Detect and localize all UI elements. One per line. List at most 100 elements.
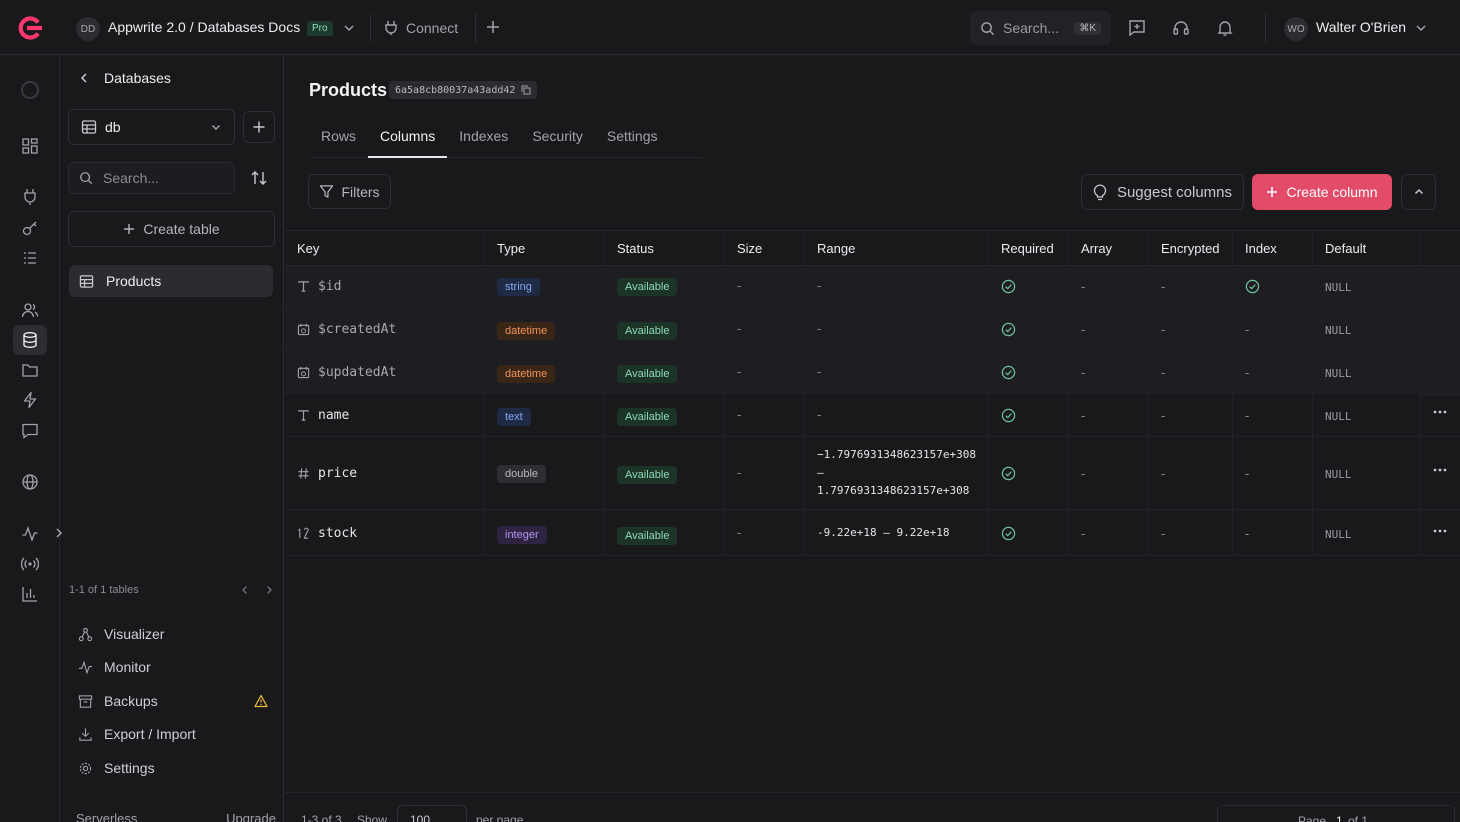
user-avatar[interactable]: WO [1284, 17, 1308, 41]
required-check-icon [1001, 526, 1016, 541]
users-icon[interactable] [20, 300, 40, 320]
required-check-icon [1001, 279, 1016, 294]
project-avatar[interactable]: DD [76, 17, 100, 41]
page-current[interactable]: 1 [1336, 814, 1343, 822]
tab-columns[interactable]: Columns [368, 118, 448, 158]
column-divider [1420, 230, 1421, 556]
column-header[interactable]: Type [497, 241, 525, 256]
create-column-button[interactable]: Create column [1252, 174, 1392, 210]
column-header[interactable]: Encrypted [1161, 241, 1220, 256]
column-header[interactable]: Key [297, 241, 319, 256]
list-icon[interactable] [20, 248, 40, 268]
broadcast-icon[interactable] [20, 554, 40, 574]
sidebar-item-export-import[interactable]: Export / Import [78, 726, 268, 742]
chevron-down-icon[interactable] [342, 21, 356, 35]
folder-icon[interactable] [20, 360, 40, 380]
upgrade-link[interactable]: Upgrade [226, 811, 276, 822]
table-row[interactable]: $id string Available - - - - NULL [285, 266, 1460, 309]
copy-icon[interactable] [521, 85, 531, 95]
per-page-select[interactable]: 100 [397, 805, 467, 822]
back-to-databases[interactable]: Databases [78, 70, 171, 86]
database-icon[interactable] [13, 325, 47, 355]
globe-icon[interactable] [20, 472, 40, 492]
lightbulb-icon [1093, 183, 1107, 200]
project-status-icon[interactable] [20, 80, 40, 100]
search-placeholder: Search... [103, 170, 160, 186]
messaging-icon[interactable] [20, 421, 40, 441]
per-page-label: per page [476, 813, 524, 822]
column-key: $createdAt [318, 322, 397, 337]
chevron-down-icon [212, 125, 220, 130]
key-icon[interactable] [20, 218, 40, 238]
filters-button[interactable]: Filters [308, 174, 391, 209]
more-options-icon[interactable] [1433, 468, 1447, 472]
size-value: - [737, 407, 742, 422]
column-divider [988, 230, 989, 556]
column-header[interactable]: Index [1245, 241, 1277, 256]
tab-indexes[interactable]: Indexes [447, 118, 520, 158]
search-placeholder: Search... [1003, 20, 1060, 36]
sidebar-item-settings[interactable]: Settings [78, 760, 268, 776]
tab-settings[interactable]: Settings [595, 118, 670, 158]
global-search[interactable]: Search... ⌘K [970, 11, 1111, 45]
more-options-icon[interactable] [1433, 529, 1447, 533]
type-badge: double [497, 465, 547, 483]
collapse-button[interactable] [1401, 174, 1436, 210]
page-of: of 1 [1348, 814, 1369, 822]
type-badge: datetime [497, 322, 556, 340]
usage-chart-icon[interactable] [20, 584, 40, 604]
more-options-icon[interactable] [1433, 410, 1447, 414]
sidebar-item-monitor[interactable]: Monitor [78, 659, 268, 675]
column-divider [724, 230, 725, 556]
headset-icon[interactable] [1172, 19, 1190, 37]
project-breadcrumb[interactable]: Appwrite 2.0 / Databases Docs [108, 19, 300, 35]
default-value: NULL [1325, 468, 1352, 481]
type-badge: text [497, 408, 531, 426]
sidebar-item-backups[interactable]: Backups [78, 693, 268, 709]
column-header[interactable]: Size [737, 241, 762, 256]
sidebar-item-label: Backups [104, 693, 158, 709]
column-header[interactable]: Status [617, 241, 654, 256]
column-header[interactable]: Required [1001, 241, 1054, 256]
column-key: stock [318, 526, 358, 541]
column-header[interactable]: Default [1325, 241, 1366, 256]
plug-icon[interactable] [20, 187, 40, 207]
column-header[interactable]: Range [817, 241, 855, 256]
suggest-columns-button[interactable]: Suggest columns [1081, 174, 1244, 210]
sidebar-item-visualizer[interactable]: Visualizer [78, 626, 268, 642]
table-row[interactable]: name text Available - - - - - NULL [285, 394, 1460, 437]
sidebar-table-products[interactable]: Products [69, 265, 273, 297]
tab-rows[interactable]: Rows [309, 118, 368, 158]
create-table-button[interactable]: Create table [68, 211, 275, 247]
create-column-label: Create column [1286, 184, 1378, 200]
chevron-down-icon[interactable] [1414, 21, 1428, 35]
plus-icon[interactable] [485, 19, 501, 35]
table-row[interactable]: stock integer Available - -9.22e+18 – 9.… [285, 510, 1460, 556]
suggest-label: Suggest columns [1116, 183, 1233, 201]
activity-icon[interactable] [20, 524, 40, 544]
bell-icon[interactable] [1216, 19, 1234, 37]
top-bar: DD Appwrite 2.0 / Databases Docs Pro Con… [0, 0, 1460, 55]
table-id-badge[interactable]: 6a5a8cb80037a43add42 [389, 81, 538, 99]
calendar-icon [297, 366, 310, 379]
user-name[interactable]: Walter O'Brien [1316, 19, 1406, 35]
connect-button[interactable]: Connect [384, 17, 458, 39]
tab-security[interactable]: Security [520, 118, 595, 158]
overview-icon[interactable] [20, 136, 40, 156]
column-header[interactable]: Array [1081, 241, 1112, 256]
table-row[interactable]: $createdAt datetime Available - - - - - … [285, 309, 1460, 351]
table-row[interactable]: $updatedAt datetime Available - - - - - … [285, 351, 1460, 394]
appwrite-logo-icon[interactable] [16, 14, 44, 42]
database-select[interactable]: db [68, 109, 235, 145]
chevron-left-icon[interactable] [239, 584, 251, 596]
functions-icon[interactable] [20, 390, 40, 410]
feedback-icon[interactable] [1128, 19, 1146, 37]
default-value: NULL [1325, 367, 1352, 380]
back-label: Databases [104, 70, 171, 86]
add-database-button[interactable] [243, 111, 275, 143]
sort-icon[interactable] [250, 169, 268, 187]
table-search-input[interactable]: Search... [68, 162, 235, 194]
chevron-right-icon[interactable] [263, 584, 275, 596]
warning-icon [254, 694, 268, 708]
table-row[interactable]: price double Available - −1.797693134862… [285, 437, 1460, 510]
